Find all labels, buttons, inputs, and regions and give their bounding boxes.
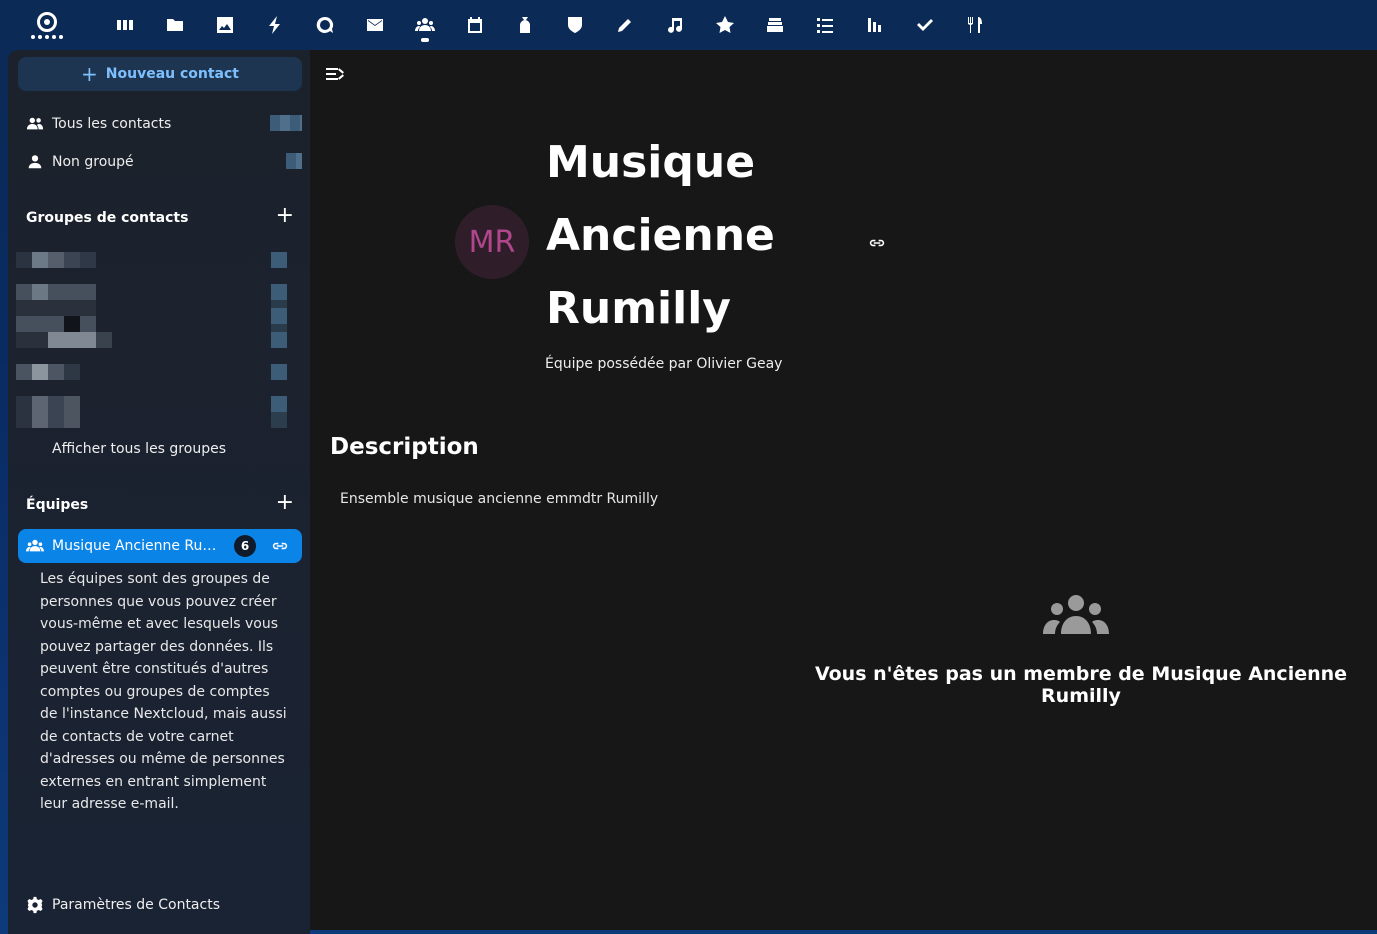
contacts-counter (270, 115, 302, 131)
copy-link-icon[interactable] (869, 235, 885, 251)
photos-icon[interactable] (200, 0, 250, 50)
group-item-redacted[interactable] (16, 252, 96, 268)
nav-ungrouped[interactable]: Non groupé (18, 145, 302, 179)
ungrouped-counter (286, 153, 302, 169)
deck-icon[interactable] (750, 0, 800, 50)
activity-icon[interactable] (250, 0, 300, 50)
pencil-icon[interactable] (600, 0, 650, 50)
music-icon[interactable] (650, 0, 700, 50)
list-icon[interactable] (800, 0, 850, 50)
teams-heading: Équipes (26, 497, 89, 513)
team-avatar: MR (455, 205, 529, 279)
group-counter-redacted (271, 364, 287, 380)
mail-icon[interactable] (350, 0, 400, 50)
group-item-redacted[interactable] (16, 364, 80, 380)
contacts-icon[interactable] (400, 0, 450, 50)
team-owner: Équipe possédée par Olivier Geay (545, 356, 783, 372)
description-heading: Description (330, 434, 479, 460)
nav-all-contacts-label: Tous les contacts (52, 116, 172, 132)
team-item-musique-ancienne-rumilly[interactable]: Musique Ancienne Rumilly 6 (18, 529, 302, 563)
top-header (0, 0, 1377, 50)
nextcloud-logo-icon[interactable] (28, 6, 66, 44)
team-member-count-badge: 6 (234, 535, 256, 557)
team-members-icon (1043, 594, 1109, 636)
group-item-redacted-part (48, 332, 96, 348)
group-item-redacted-part (64, 316, 80, 332)
toggle-navigation-icon[interactable] (326, 66, 344, 82)
team-details: MR Musique Ancienne Rumilly Équipe possé… (310, 50, 1377, 930)
nav-ungrouped-label: Non groupé (52, 154, 134, 170)
team-title: Musique Ancienne Rumilly (546, 137, 775, 334)
show-all-groups-link[interactable]: Afficher tous les groupes (52, 441, 226, 457)
new-contact-label: Nouveau contact (105, 66, 239, 82)
star-icon[interactable] (700, 0, 750, 50)
add-team-button[interactable]: + (276, 492, 294, 514)
person-icon (28, 155, 42, 169)
group-counter-redacted (271, 252, 287, 268)
bar-chart-icon[interactable] (850, 0, 900, 50)
description-text: Ensemble musique ancienne emmdtr Rumilly (340, 491, 659, 507)
contacts-settings-button[interactable]: Paramètres de Contacts (18, 888, 220, 922)
contacts-settings-label: Paramètres de Contacts (52, 897, 220, 913)
link-icon[interactable] (272, 538, 288, 554)
group-item-redacted-part (32, 284, 48, 300)
shield-icon[interactable] (550, 0, 600, 50)
app-navigation: + Nouveau contact Tous les contacts Non … (8, 50, 310, 934)
group-counter-redacted (271, 396, 287, 428)
app-menu (100, 0, 1000, 50)
money-bag-icon[interactable] (500, 0, 550, 50)
new-contact-button[interactable]: + Nouveau contact (18, 57, 302, 91)
add-group-button[interactable]: + (276, 205, 294, 227)
dashboard-icon[interactable] (100, 0, 150, 50)
talk-icon[interactable] (300, 0, 350, 50)
plus-icon: + (81, 62, 98, 86)
cookbook-icon[interactable] (950, 0, 1000, 50)
team-name: Musique Ancienne Rumilly (52, 538, 228, 554)
group-item-redacted[interactable] (16, 396, 80, 428)
not-member-message: Vous n'êtes pas un membre de Musique Anc… (814, 663, 1348, 707)
groups-heading: Groupes de contacts (26, 210, 189, 226)
group-counter-redacted (271, 284, 287, 348)
nav-all-contacts[interactable]: Tous les contacts (18, 107, 302, 141)
calendar-icon[interactable] (450, 0, 500, 50)
gear-icon (27, 896, 43, 914)
people-icon (26, 117, 44, 130)
files-icon[interactable] (150, 0, 200, 50)
check-icon[interactable] (900, 0, 950, 50)
teams-help-text: Les équipes sont des groupes de personne… (40, 571, 287, 812)
team-icon (26, 539, 44, 552)
group-item-redacted-part (96, 332, 112, 348)
